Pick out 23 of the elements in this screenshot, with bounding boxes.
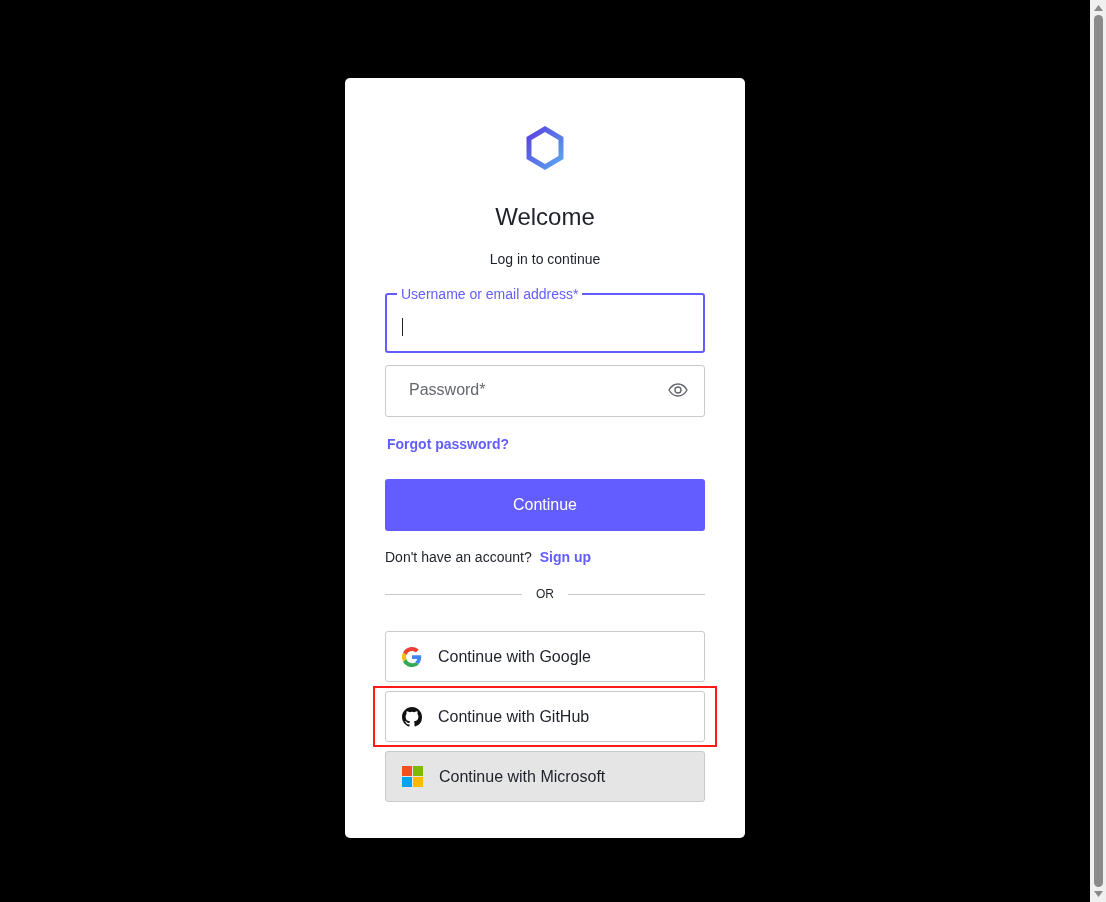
hexagon-logo-icon — [525, 126, 565, 170]
password-placeholder: Password* — [408, 381, 487, 399]
social-login-button[interactable]: Continue with GitHub — [385, 691, 705, 742]
welcome-title: Welcome — [495, 202, 595, 232]
google-icon — [402, 646, 422, 667]
password-field[interactable]: Password* — [385, 365, 705, 417]
continue-button[interactable]: Continue — [385, 479, 705, 531]
eye-icon[interactable] — [668, 383, 688, 397]
text-cursor — [402, 318, 403, 336]
social-login-button[interactable]: Continue with Microsoft — [385, 751, 705, 802]
field-label: Username or email address* — [400, 285, 580, 303]
social-login-button[interactable]: Continue with Google — [385, 631, 705, 682]
username-field[interactable]: Username or email address* — [385, 285, 705, 353]
scroll-down-arrow-icon[interactable] — [1093, 891, 1103, 897]
four-squares-icon — [402, 766, 423, 787]
scrollbar[interactable] — [1090, 0, 1106, 902]
subtitle: Log in to continue — [489, 250, 601, 268]
sign-up-link[interactable]: Sign up — [539, 549, 591, 565]
or-divider-label: OR — [536, 587, 554, 601]
signup-prompt: Don't have an account? — [385, 549, 532, 565]
scroll-up-arrow-icon[interactable] — [1093, 5, 1103, 11]
forgot-password-link[interactable]: Forgot password? — [387, 436, 510, 452]
cat-silhouette-icon — [402, 706, 422, 727]
